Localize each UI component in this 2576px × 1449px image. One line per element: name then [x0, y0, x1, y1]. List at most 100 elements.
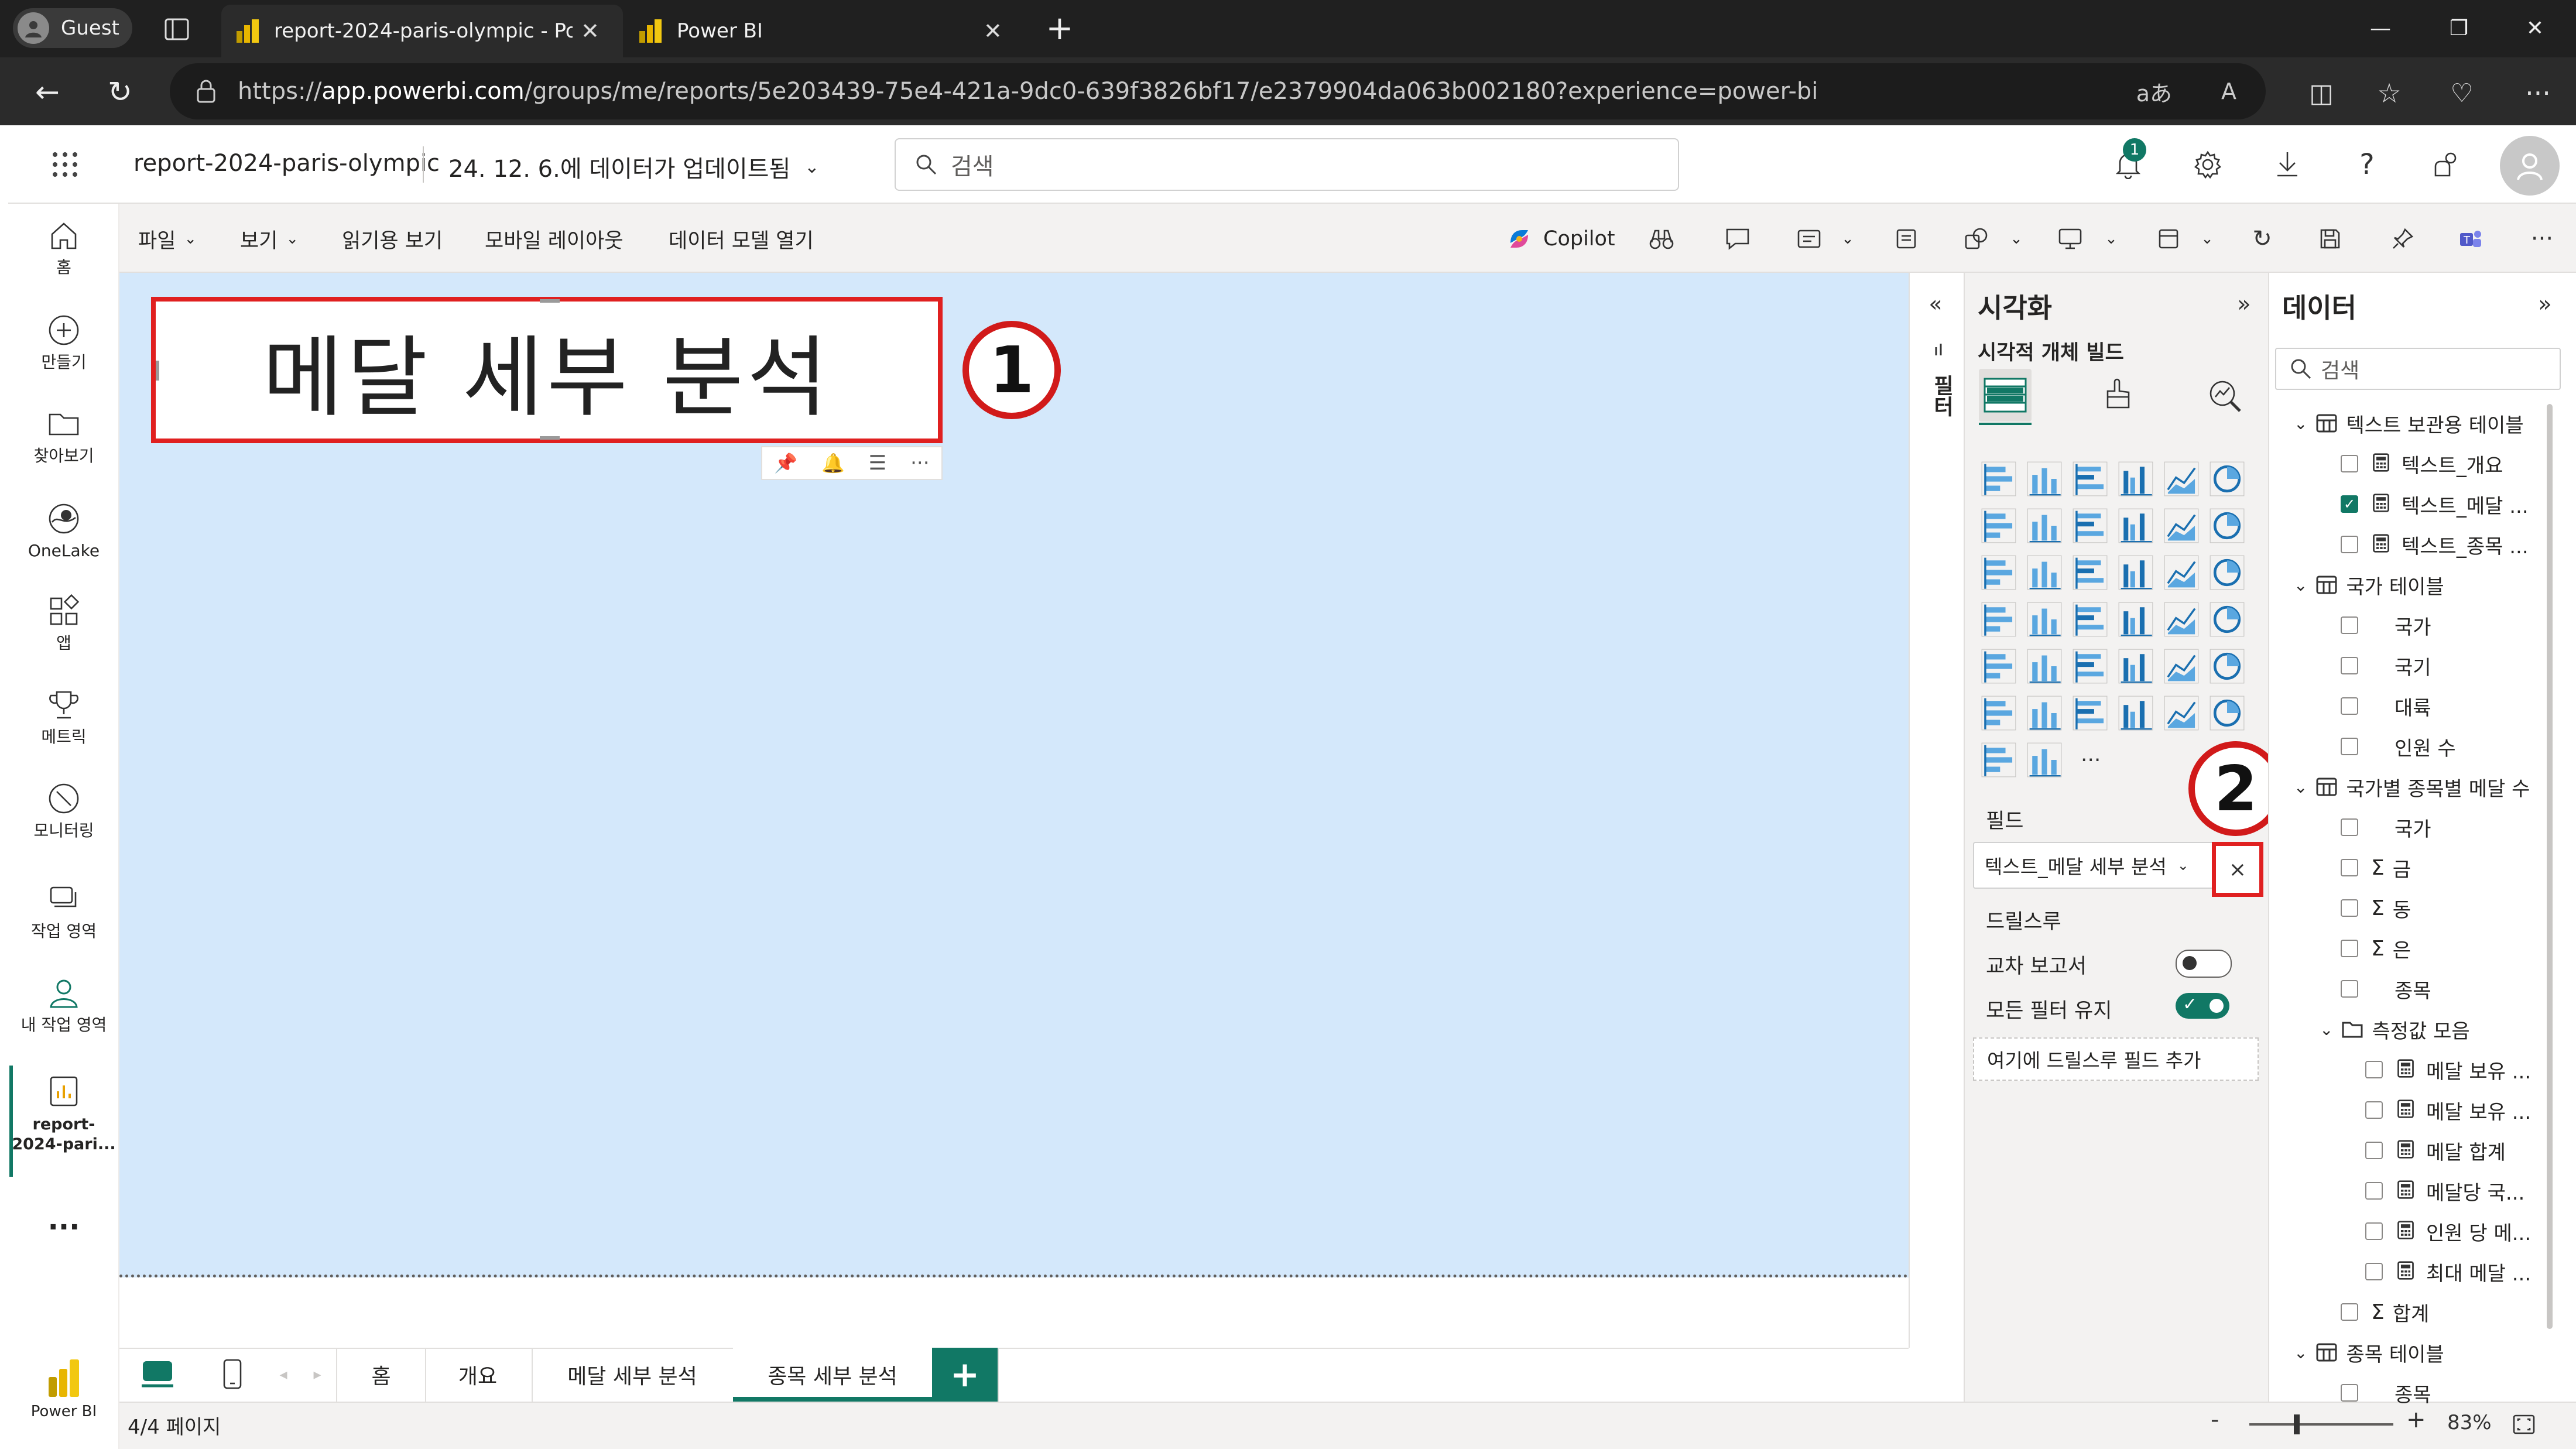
close-tab-icon[interactable]: ✕ — [581, 18, 600, 44]
table-header[interactable]: ⌄ 측정값 모음 — [2320, 1015, 2470, 1044]
100-stacked-column-chart-icon[interactable] — [2210, 461, 2245, 496]
field-item[interactable]: 텍스트_개요 — [2341, 449, 2503, 478]
field-item[interactable]: Σ 합계 — [2341, 1297, 2429, 1327]
browser-tab-active[interactable]: report-2024-paris-olympic - Powe ✕ — [221, 5, 623, 57]
maximize-icon[interactable]: ❐ — [2441, 11, 2476, 46]
minimize-icon[interactable]: — — [2363, 11, 2398, 46]
title-textbox[interactable]: 메달 세부 분석 — [151, 297, 943, 443]
filter-icon[interactable]: ☰ — [869, 451, 886, 475]
gauge-icon[interactable] — [2164, 602, 2199, 637]
new-tab-icon[interactable]: + — [1042, 9, 1077, 47]
clustered-column-chart-icon[interactable] — [2118, 461, 2153, 496]
format-visual-icon[interactable] — [2095, 372, 2142, 419]
comment-icon[interactable] — [1720, 221, 1755, 256]
waterfall-chart-icon[interactable] — [2027, 555, 2062, 590]
field-checkbox[interactable]: ✓ — [2341, 495, 2358, 513]
analytics-icon[interactable] — [2201, 372, 2248, 419]
field-checkbox[interactable] — [2341, 1303, 2358, 1321]
global-search-input[interactable]: 검색 — [895, 138, 1679, 191]
table-icon[interactable] — [2118, 649, 2153, 684]
filters-pane-collapsed[interactable] — [1909, 273, 1964, 1348]
split-screen-icon[interactable]: ◫ — [2301, 73, 2342, 114]
pin-visual-icon[interactable]: 📌 — [774, 452, 797, 474]
collapse-viz-pane-icon[interactable]: » — [2229, 289, 2259, 318]
data-updated-dropdown[interactable]: 24. 12. 6.에 데이터가 업데이트됨 ⌄ — [448, 150, 819, 184]
treemap-icon[interactable] — [1981, 602, 2016, 637]
settings-icon[interactable] — [2187, 144, 2228, 185]
python-visual-icon[interactable] — [2210, 696, 2245, 731]
matrix-icon[interactable] — [2164, 649, 2199, 684]
field-checkbox[interactable] — [2341, 980, 2358, 998]
url-field[interactable]: https://app.powerbi.com/groups/me/report… — [170, 63, 2266, 119]
resize-handle-top[interactable] — [540, 299, 560, 303]
nav-metrics[interactable]: 메트릭 — [8, 687, 119, 747]
browser-menu-icon[interactable]: ··· — [2517, 73, 2558, 114]
close-window-icon[interactable]: ✕ — [2517, 11, 2553, 46]
multi-row-card-icon[interactable] — [1981, 649, 2016, 684]
pie-chart-icon[interactable] — [2164, 555, 2199, 590]
field-item[interactable]: 텍스트_종목 ... — [2341, 530, 2529, 559]
binoculars-icon[interactable] — [1644, 221, 1679, 256]
menu-open-data-model[interactable]: 데이터 모델 열기 — [669, 221, 814, 256]
menu-view[interactable]: 보기 ⌄ — [240, 221, 299, 256]
donut-chart-icon[interactable] — [2210, 555, 2245, 590]
resize-handle-left[interactable] — [156, 361, 159, 381]
close-tab-icon[interactable]: ✕ — [984, 18, 1002, 44]
field-item[interactable]: 종목 — [2341, 1378, 2431, 1407]
chevron-down-icon[interactable]: ⌄ — [2005, 221, 2028, 256]
azure-map-icon[interactable] — [2118, 602, 2153, 637]
add-page-button[interactable]: + — [932, 1348, 999, 1402]
data-search-input[interactable]: 검색 — [2275, 348, 2561, 390]
build-visual-tab[interactable] — [1979, 369, 2032, 422]
shapes-icon[interactable] — [1959, 221, 1994, 256]
field-checkbox[interactable] — [2341, 616, 2358, 634]
field-item[interactable]: 인원 당 메... — [2365, 1217, 2531, 1246]
table-header[interactable]: ⌄ 종목 테이블 — [2294, 1338, 2444, 1367]
page-tab-home[interactable]: 홈 — [336, 1348, 426, 1402]
stacked-area-chart-icon[interactable] — [2073, 508, 2108, 543]
slicer-icon[interactable] — [2073, 649, 2108, 684]
field-checkbox[interactable] — [2365, 1182, 2383, 1200]
field-item[interactable]: 국기 — [2341, 651, 2431, 680]
line-clustered-column-chart-icon[interactable] — [2164, 508, 2199, 543]
nav-monitor[interactable]: 모니터링 — [8, 781, 119, 841]
field-checkbox[interactable] — [2341, 940, 2358, 957]
clustered-bar-chart-icon[interactable] — [2073, 461, 2108, 496]
chevron-down-icon[interactable]: ⌄ — [2294, 777, 2307, 797]
filled-map-icon[interactable] — [2073, 602, 2108, 637]
layout-icon[interactable] — [2151, 221, 2186, 256]
chevron-down-icon[interactable]: ⌄ — [2195, 221, 2219, 256]
mobile-layout-icon[interactable] — [212, 1354, 253, 1395]
field-checkbox[interactable] — [2341, 899, 2358, 917]
field-item[interactable]: 최대 메달 ... — [2365, 1257, 2531, 1286]
power-apps-icon[interactable] — [1981, 742, 2016, 777]
read-aloud-icon[interactable]: A — [2221, 78, 2236, 104]
field-item[interactable]: 국가 — [2341, 611, 2431, 640]
field-checkbox[interactable] — [2365, 1061, 2383, 1078]
scatter-chart-icon[interactable] — [2118, 555, 2153, 590]
profile-button[interactable]: Guest — [13, 8, 132, 48]
more-options-icon[interactable]: ··· — [2524, 221, 2560, 256]
nav-powerbi[interactable]: Power BI — [8, 1359, 119, 1421]
chevron-down-icon[interactable]: ⌄ — [2294, 1343, 2307, 1362]
field-checkbox[interactable] — [2341, 697, 2358, 715]
download-icon[interactable] — [2267, 144, 2308, 185]
browser-tab[interactable]: Power BI ✕ — [624, 5, 1026, 57]
field-item[interactable]: 종목 — [2341, 974, 2431, 1003]
field-item[interactable]: ✓ 텍스트_메달 ... — [2341, 489, 2529, 519]
stacked-bar-chart-icon[interactable] — [1981, 461, 2016, 496]
field-item[interactable]: 메달당 국... — [2365, 1176, 2524, 1205]
page-tab-overview[interactable]: 개요 — [424, 1348, 533, 1402]
copilot-button[interactable]: Copilot — [1506, 221, 1615, 256]
chevron-down-icon[interactable]: ⌄ — [2294, 414, 2307, 433]
field-item[interactable]: 메달 보유 ... — [2365, 1095, 2531, 1125]
expand-filters-icon[interactable]: « — [1924, 289, 1947, 318]
table-header[interactable]: ⌄ 국가 테이블 — [2294, 570, 2444, 600]
table-header[interactable]: ⌄ 텍스트 보관용 테이블 — [2294, 409, 2524, 438]
line-stacked-column-chart-icon[interactable] — [2210, 508, 2245, 543]
teams-icon[interactable]: T — [2453, 221, 2488, 256]
tab-actions-icon[interactable] — [158, 12, 196, 47]
stacked-column-chart-icon[interactable] — [2027, 461, 2062, 496]
field-item[interactable]: Σ은 — [2341, 934, 2411, 963]
chevron-down-icon[interactable]: ⌄ — [1836, 221, 1859, 256]
